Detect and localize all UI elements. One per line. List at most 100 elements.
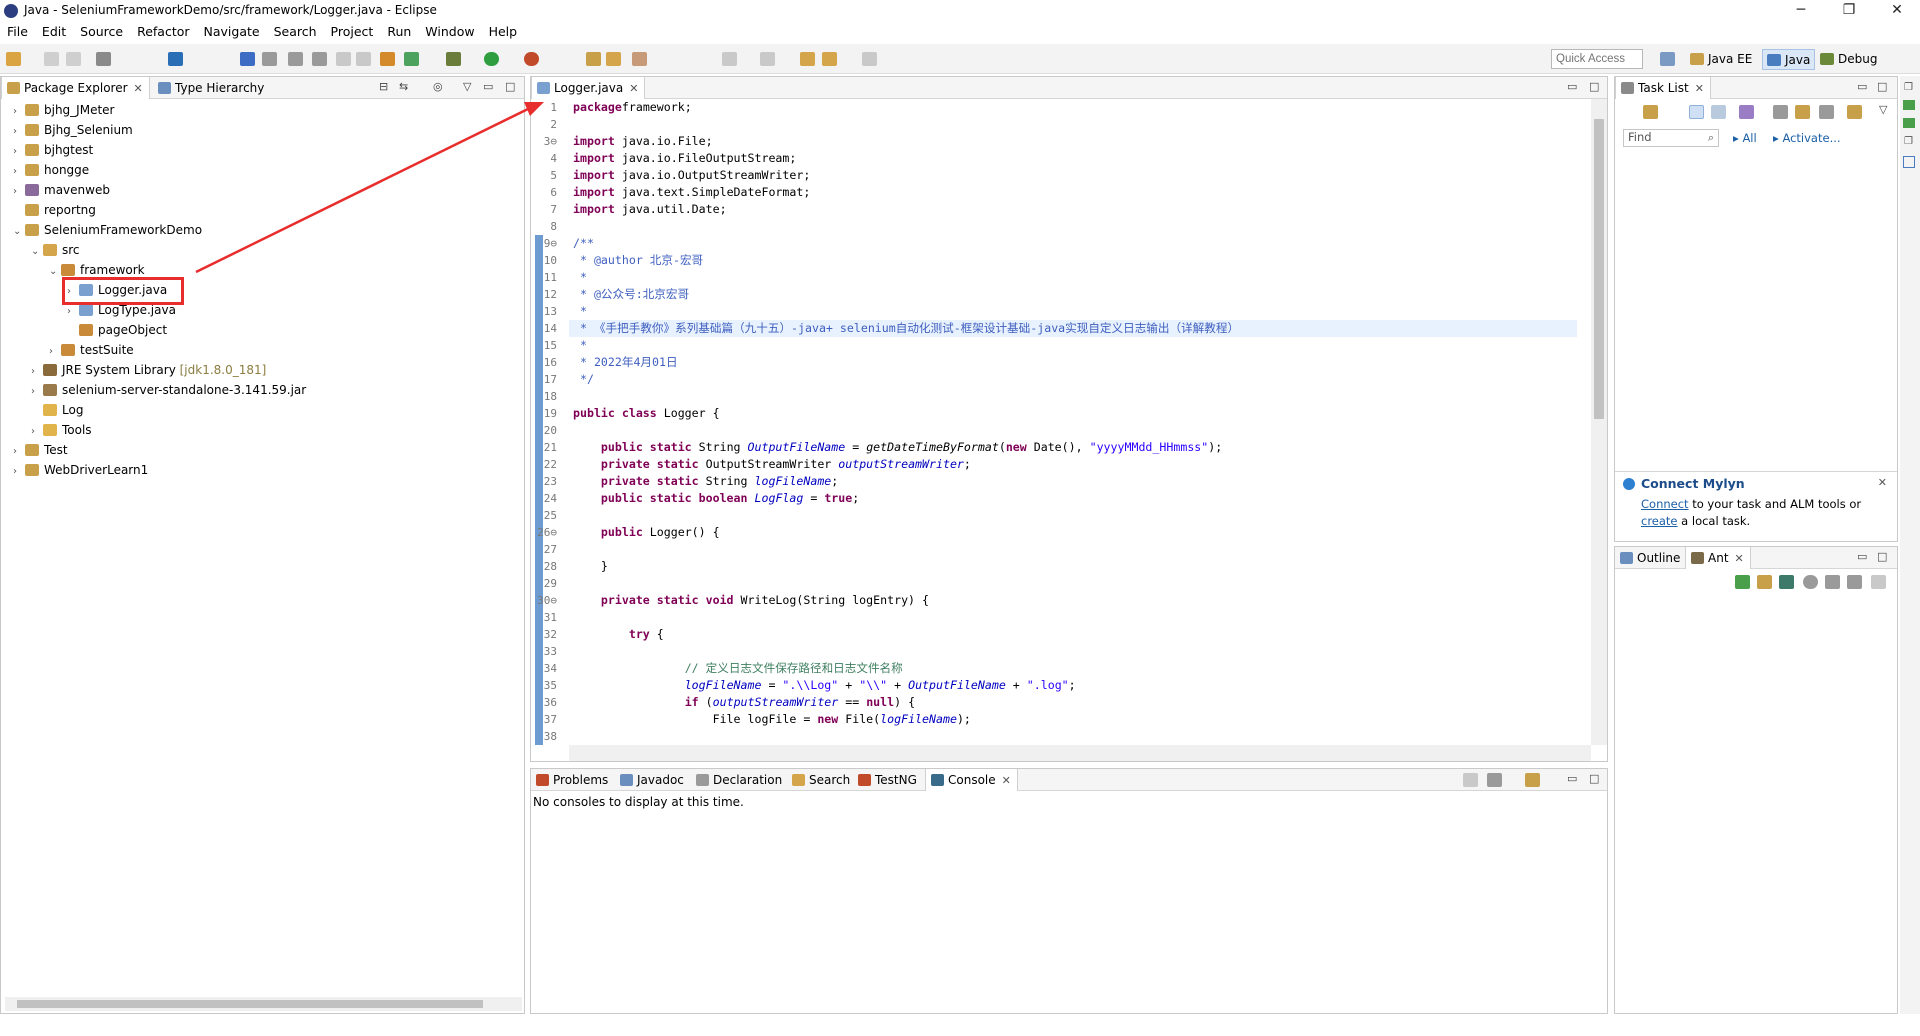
terminal-icon[interactable] [168, 52, 183, 66]
menu-project[interactable]: Project [324, 22, 381, 39]
tree-item[interactable]: › Test [13, 440, 68, 460]
maximize-view-icon[interactable]: □ [505, 80, 515, 93]
hide-internal-icon[interactable] [1779, 575, 1794, 589]
tab-task-list[interactable]: Task List ✕ [1615, 77, 1711, 99]
outline-trim-icon[interactable] [1903, 118, 1915, 128]
menu-navigate[interactable]: Navigate [197, 22, 267, 39]
open-task-icon[interactable] [606, 52, 621, 66]
tree-item[interactable]: › selenium-server-standalone-3.141.59.jar [31, 380, 306, 400]
menu-run[interactable]: Run [380, 22, 418, 39]
tree-item[interactable]: › hongge [13, 160, 89, 180]
tree-item[interactable]: pageObject [67, 320, 167, 340]
expand-arrow-icon[interactable]: › [31, 382, 43, 402]
menu-source[interactable]: Source [73, 22, 130, 39]
horizontal-scrollbar[interactable] [5, 997, 522, 1011]
expand-arrow-icon[interactable]: › [49, 342, 61, 362]
view-menu-icon[interactable]: ▽ [1879, 103, 1887, 116]
menu-refactor[interactable]: Refactor [130, 22, 196, 39]
expand-arrow-icon[interactable]: › [13, 122, 25, 142]
close-icon[interactable]: ✕ [1878, 476, 1887, 489]
tree-item[interactable]: › JRE System Library [jdk1.8.0_181] [31, 360, 266, 380]
minimize-button[interactable]: ─ [1778, 0, 1824, 22]
new-java-project-icon[interactable] [380, 52, 395, 66]
run-icon[interactable] [484, 52, 499, 66]
expand-arrow-icon[interactable]: ⌄ [13, 222, 25, 242]
tree-item[interactable]: › mavenweb [13, 180, 110, 200]
tree-item[interactable]: › bjhgtest [13, 140, 93, 160]
tab-javadoc[interactable]: Javadoc [615, 769, 690, 791]
save-all-icon[interactable] [66, 52, 81, 66]
next-annotation-icon[interactable] [722, 52, 737, 66]
new-task-icon[interactable] [1643, 105, 1658, 119]
tree-item[interactable]: reportng [13, 200, 96, 220]
tree-item[interactable]: › Tools [31, 420, 92, 440]
focus-icon[interactable] [1773, 105, 1788, 119]
menu-help[interactable]: Help [482, 22, 525, 39]
new-class-icon[interactable] [404, 52, 419, 66]
maximize-button[interactable]: ❐ [1826, 0, 1872, 22]
run-target-icon[interactable] [1803, 575, 1818, 589]
tree-item[interactable]: ⌄ SeleniumFrameworkDemo [13, 220, 202, 240]
step-over-icon[interactable] [356, 52, 371, 66]
close-icon[interactable]: ✕ [1735, 552, 1744, 565]
expand-arrow-icon[interactable]: ⌄ [31, 242, 43, 262]
horizontal-scrollbar[interactable] [569, 745, 1591, 761]
task-trim-icon[interactable] [1903, 156, 1915, 168]
maximize-view-icon[interactable]: □ [1877, 80, 1887, 93]
debug-tool-icon[interactable] [240, 52, 255, 66]
tree-item[interactable]: › WebDriverLearn1 [13, 460, 148, 480]
vertical-scrollbar[interactable] [1591, 99, 1607, 745]
minimize-view-icon[interactable]: ▭ [483, 80, 493, 93]
open-console-icon[interactable] [1525, 773, 1540, 787]
open-perspective-icon[interactable] [1660, 52, 1675, 66]
maximize-view-icon[interactable]: □ [1589, 772, 1599, 785]
remove-all-icon[interactable] [1847, 575, 1862, 589]
tab-declaration[interactable]: Declaration [691, 769, 788, 791]
restore-icon[interactable]: ❐ [1904, 82, 1913, 93]
ant-trim-icon[interactable] [1903, 100, 1915, 110]
perspective-java-ee[interactable]: Java EE [1686, 49, 1756, 70]
menu-file[interactable]: File [0, 22, 35, 39]
display-console-icon[interactable] [1487, 773, 1502, 787]
pin-console-icon[interactable] [1463, 773, 1478, 787]
back-icon[interactable] [822, 52, 837, 66]
maximize-view-icon[interactable]: □ [1589, 80, 1599, 93]
new-icon[interactable] [6, 52, 21, 66]
tree-item[interactable]: › Bjhg_Selenium [13, 120, 133, 140]
perspective-java[interactable]: Java [1762, 49, 1816, 70]
link-editor-icon[interactable]: ⇆ [399, 80, 408, 93]
print-icon[interactable] [96, 52, 111, 66]
tab-problems[interactable]: Problems [531, 769, 614, 791]
search-tool-icon[interactable] [632, 52, 647, 66]
search-buildfile-icon[interactable] [1757, 575, 1772, 589]
minimize-view-icon[interactable]: ▭ [1857, 80, 1867, 93]
tab-type-hierarchy[interactable]: Type Hierarchy [153, 77, 270, 99]
close-icon[interactable]: ✕ [134, 82, 143, 95]
skip-breakpoints-icon[interactable] [288, 52, 303, 66]
expand-arrow-icon[interactable]: › [31, 422, 43, 442]
connect-link[interactable]: Connect [1641, 497, 1689, 511]
maximize-view-icon[interactable]: □ [1877, 550, 1887, 563]
expand-arrow-icon[interactable]: › [13, 182, 25, 202]
tab-package-explorer[interactable]: Package Explorer ✕ [1, 77, 150, 99]
expand-arrow-icon[interactable]: › [13, 102, 25, 122]
close-icon[interactable]: ✕ [1695, 82, 1704, 95]
code-area[interactable]: 1 packageframework; 2 3⊖ import java.io.File… [531, 99, 1607, 745]
activate-task-link[interactable]: ▸ Activate... [1773, 131, 1841, 145]
scheduled-icon[interactable] [1711, 105, 1726, 119]
save-icon[interactable] [44, 52, 59, 66]
menu-edit[interactable]: Edit [35, 22, 73, 39]
sync-changed-icon[interactable] [1847, 105, 1862, 119]
minimize-view-icon[interactable]: ▭ [1567, 772, 1577, 785]
tree-item[interactable]: › bjhg_JMeter [13, 100, 114, 120]
forward-icon[interactable] [862, 52, 877, 66]
focus-task-icon[interactable]: ◎ [433, 80, 443, 93]
toggle-breakpoint-icon[interactable] [262, 52, 277, 66]
collapse-all-icon[interactable]: ⊟ [379, 80, 388, 93]
minimize-view-icon[interactable]: ▭ [1857, 550, 1867, 563]
previous-annotation-icon[interactable] [760, 52, 775, 66]
tab-console[interactable]: Console ✕ [925, 769, 1018, 791]
synchronize-icon[interactable] [1795, 105, 1810, 119]
close-button[interactable]: ✕ [1874, 0, 1920, 22]
expand-arrow-icon[interactable]: › [13, 442, 25, 462]
